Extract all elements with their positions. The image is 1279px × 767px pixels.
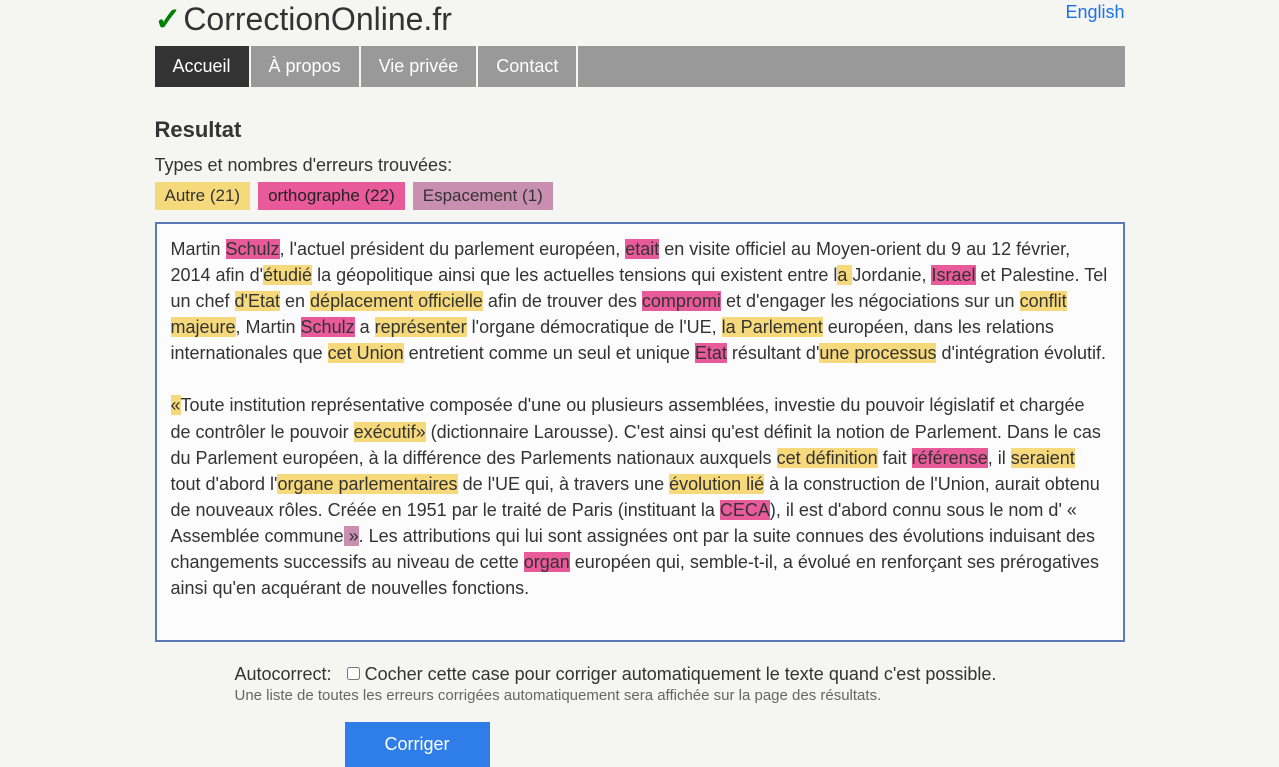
error-highlight[interactable]: a bbox=[837, 265, 852, 285]
error-highlight[interactable]: déplacement officielle bbox=[310, 291, 483, 311]
error-badges: Autre (21) orthographe (22) Espacement (… bbox=[155, 182, 1125, 210]
error-highlight[interactable]: cet Union bbox=[328, 343, 404, 363]
error-highlight[interactable]: seraient bbox=[1011, 448, 1075, 468]
error-highlight[interactable]: d'Etat bbox=[235, 291, 280, 311]
lang-english-link[interactable]: English bbox=[1065, 2, 1124, 23]
nav-vieprivee[interactable]: Vie privée bbox=[361, 46, 479, 87]
badge-ortho[interactable]: orthographe (22) bbox=[258, 182, 405, 210]
autocorrect-checkbox[interactable] bbox=[347, 667, 360, 680]
types-label: Types et nombres d'erreurs trouvées: bbox=[155, 155, 1125, 176]
nav-apropos[interactable]: À propos bbox=[251, 46, 361, 87]
error-highlight[interactable]: cet définition bbox=[777, 448, 878, 468]
error-highlight[interactable]: une processus bbox=[819, 343, 936, 363]
autocorrect-sub: Une liste de toutes les erreurs corrigée… bbox=[235, 687, 1125, 704]
error-highlight[interactable]: CECA bbox=[720, 500, 770, 520]
result-text-area[interactable]: Martin Schulz, l'actuel président du par… bbox=[155, 222, 1125, 642]
error-highlight[interactable]: Etat bbox=[695, 343, 727, 363]
error-highlight[interactable]: la Parlement bbox=[722, 317, 823, 337]
autocorrect-text: Cocher cette case pour corriger automati… bbox=[365, 664, 997, 684]
error-highlight[interactable]: Schulz bbox=[226, 239, 280, 259]
error-highlight[interactable]: étudié bbox=[263, 265, 312, 285]
error-highlight[interactable]: représenter bbox=[375, 317, 467, 337]
error-highlight[interactable]: référense bbox=[912, 448, 988, 468]
logo-text: CorrectionOnline.fr bbox=[183, 1, 452, 38]
paragraph-1: Martin Schulz, l'actuel président du par… bbox=[171, 236, 1109, 366]
error-highlight[interactable]: organe parlementaires bbox=[277, 474, 457, 494]
error-highlight[interactable]: organ bbox=[524, 552, 570, 572]
error-highlight[interactable]: etait bbox=[625, 239, 659, 259]
main-nav: Accueil À propos Vie privée Contact bbox=[155, 46, 1125, 87]
error-highlight[interactable]: évolution lié bbox=[669, 474, 764, 494]
site-logo[interactable]: ✓ CorrectionOnline.fr bbox=[155, 0, 452, 38]
error-highlight[interactable]: compromi bbox=[642, 291, 721, 311]
error-highlight[interactable]: exécutif» bbox=[354, 422, 426, 442]
nav-contact[interactable]: Contact bbox=[478, 46, 578, 87]
paragraph-2: «Toute institution représentative compos… bbox=[171, 392, 1109, 601]
error-highlight[interactable]: » bbox=[344, 526, 359, 546]
corriger-button[interactable]: Corriger bbox=[345, 722, 490, 767]
result-title: Resultat bbox=[155, 117, 1125, 143]
error-highlight[interactable]: Israel bbox=[931, 265, 975, 285]
badge-espace[interactable]: Espacement (1) bbox=[413, 182, 553, 210]
nav-accueil[interactable]: Accueil bbox=[155, 46, 251, 87]
error-highlight[interactable]: « bbox=[171, 395, 181, 415]
error-highlight[interactable]: Schulz bbox=[301, 317, 355, 337]
check-icon: ✓ bbox=[155, 0, 182, 38]
autocorrect-label: Autocorrect: bbox=[235, 664, 332, 684]
badge-autre[interactable]: Autre (21) bbox=[155, 182, 251, 210]
